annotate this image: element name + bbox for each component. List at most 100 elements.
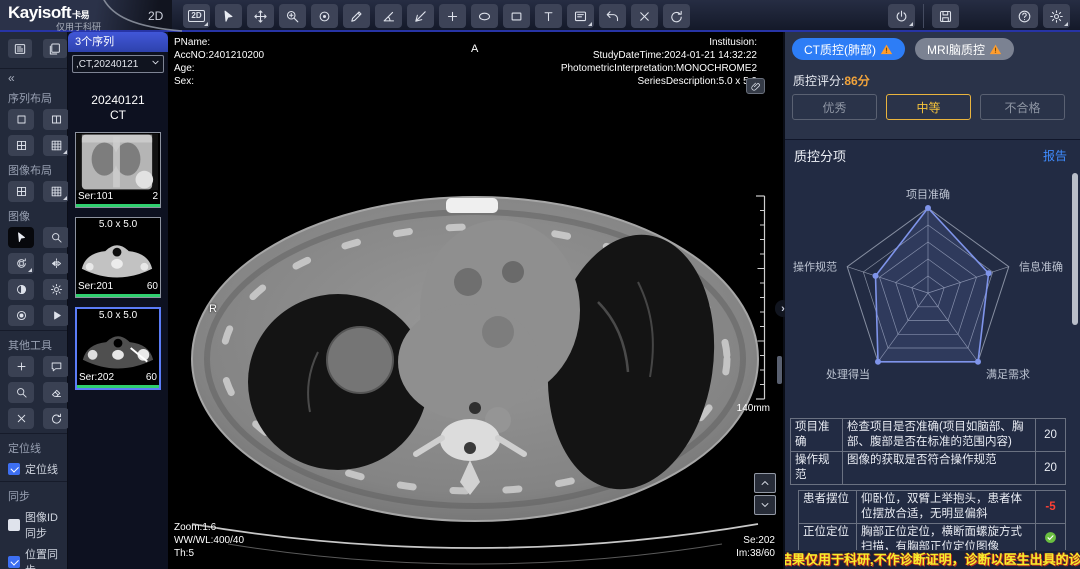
tool-rect-roi[interactable]: [503, 4, 530, 28]
other-delete[interactable]: [8, 408, 34, 429]
warning-icon: [989, 43, 1002, 56]
scroll-up-button[interactable]: [754, 473, 776, 493]
thumbnail-image-count: 2: [152, 191, 158, 204]
divider: [0, 433, 67, 434]
study-dropdown[interactable]: ,CT,20240121: [72, 55, 164, 73]
image-rotate[interactable]: [8, 253, 34, 274]
image-flip[interactable]: [43, 253, 69, 274]
row-score: -5: [1036, 491, 1066, 524]
checkbox-row-图像ID同步: 图像ID同步: [8, 509, 67, 541]
ruler-scale-label: 140mm: [737, 403, 770, 414]
series-count-header: 3个序列: [68, 32, 168, 52]
tool-angle[interactable]: [375, 4, 402, 28]
overlay-line: Zoom:1.6: [174, 521, 244, 534]
other-comment[interactable]: [43, 356, 69, 377]
zoom-window-overlay: Zoom:1.6WW/WL:400/40Th:5: [174, 521, 244, 560]
series-layout-1x1[interactable]: [8, 109, 34, 130]
series-layout-1x2[interactable]: [43, 109, 69, 130]
tool-delete[interactable]: [631, 4, 658, 28]
tool-save[interactable]: [932, 4, 959, 28]
series-thumbnail-Ser-101[interactable]: Ser:1012: [75, 132, 161, 208]
row-score: 20: [1036, 452, 1066, 485]
other-eraser[interactable]: [43, 382, 69, 403]
report-panel-button[interactable]: [43, 39, 67, 58]
tool-text-annotation[interactable]: [535, 4, 562, 28]
other-reset[interactable]: [43, 408, 69, 429]
series-layout-2x2[interactable]: [8, 135, 34, 156]
qc-tab-MRI脑质控[interactable]: MRI脑质控: [915, 38, 1014, 60]
series-panel: 3个序列 ,CT,20240121 20240121 CT Ser:10125.…: [68, 32, 168, 569]
tool-ellipse-roi[interactable]: [471, 4, 498, 28]
tool-2d[interactable]: 2D: [183, 4, 210, 28]
qc-grade-buttons: 优秀中等不合格: [792, 94, 1065, 120]
tool-power[interactable]: [888, 4, 915, 28]
checkbox-row-位置同步: 位置同步: [8, 546, 67, 569]
study-dropdown-value: ,CT,20240121: [76, 59, 138, 70]
checkbox-图像ID同步[interactable]: [8, 519, 20, 531]
study-group-modality: CT: [68, 108, 168, 123]
overlay-line: PName:: [174, 36, 264, 49]
image-viewport[interactable]: PName:AccNO:2401210200Age:Sex: Institusi…: [168, 32, 783, 569]
top-toolbar: Kayisoft卡易 仅用于科研 2D 2D: [0, 0, 1080, 32]
series-layout-grid[interactable]: [43, 135, 69, 156]
checkbox-定位线[interactable]: [8, 463, 20, 475]
tool-zoom-in[interactable]: [279, 4, 306, 28]
divider: [0, 330, 67, 331]
image-cursor[interactable]: [8, 227, 34, 248]
svg-text:项目准确: 项目准确: [906, 188, 950, 201]
image-contrast[interactable]: [8, 279, 34, 300]
grade-button-不合格[interactable]: 不合格: [980, 94, 1065, 120]
disclaimer-marquee: 结果仅用于科研,不作诊断证明，诊断以医生出具的诊断: [785, 551, 1080, 569]
sidebar-tool-grid: [8, 181, 67, 202]
image-magnify[interactable]: [43, 227, 69, 248]
chevron-down-icon: [151, 58, 160, 70]
other-crosshair[interactable]: [8, 356, 34, 377]
tool-crosshair[interactable]: [439, 4, 466, 28]
image-brightness[interactable]: [43, 279, 69, 300]
qc-panel-scrollbar[interactable]: [1072, 173, 1078, 325]
pass-check-icon: [1044, 531, 1057, 544]
other-browse[interactable]: [8, 382, 34, 403]
sidebar-section-label: 同步: [8, 488, 67, 504]
table-row: 患者摆位仰卧位，双臂上举抱头，患者体位摆放合适，无明显偏斜-5: [799, 491, 1066, 524]
image-cine-play[interactable]: [43, 305, 69, 326]
tool-annotate[interactable]: [567, 4, 594, 28]
image-layout-2x2[interactable]: [8, 181, 34, 202]
image-invert[interactable]: [8, 305, 34, 326]
grade-button-优秀[interactable]: 优秀: [792, 94, 877, 120]
tool-settings[interactable]: [1043, 4, 1070, 28]
qc-tab-CT质控(肺部)[interactable]: CT质控(肺部): [792, 38, 905, 60]
tool-cursor[interactable]: [215, 4, 242, 28]
sidebar-tool-sections: 序列布局图像布局图像其他工具: [0, 90, 67, 429]
tool-pan[interactable]: [247, 4, 274, 28]
tool-undo[interactable]: [599, 4, 626, 28]
sidebar-section-label: 图像布局: [8, 162, 67, 178]
qc-radar-chart: 项目准确信息准确满足需求处理得当操作规范: [785, 178, 1080, 410]
tool-reset[interactable]: [663, 4, 690, 28]
series-list-button[interactable]: [8, 39, 32, 58]
tool-target[interactable]: [311, 4, 338, 28]
report-link[interactable]: 报告: [1043, 147, 1067, 164]
sidebar-top-buttons: [0, 32, 67, 64]
toolbar-settings-group: [1011, 4, 1070, 28]
warning-icon: [880, 43, 893, 56]
svg-text:满足需求: 满足需求: [986, 368, 1030, 381]
link-series-button[interactable]: [746, 78, 765, 94]
tool-help[interactable]: [1011, 4, 1038, 28]
qc-tab-label: CT质控(肺部): [804, 41, 876, 58]
scroll-down-button[interactable]: [754, 495, 776, 515]
series-thumbnail-Ser-201[interactable]: 5.0 x 5.0Ser:20160: [75, 217, 161, 298]
series-thumbnail-Ser-202[interactable]: 5.0 x 5.0Ser:20260: [75, 307, 161, 390]
sidebar-section-label: 图像: [8, 208, 67, 224]
image-layout-grid[interactable]: [43, 181, 69, 202]
collapse-sidebar-chevron[interactable]: «: [8, 72, 67, 84]
grade-button-中等[interactable]: 中等: [886, 94, 971, 120]
checkbox-位置同步[interactable]: [8, 556, 20, 568]
tool-measure-length[interactable]: [343, 4, 370, 28]
image-scrollbar[interactable]: [777, 356, 782, 384]
row-score: 20: [1036, 419, 1066, 452]
tool-cobb-angle[interactable]: [407, 4, 434, 28]
overlay-line: Age:: [174, 62, 264, 75]
overlay-line: AccNO:2401210200: [174, 49, 264, 62]
toolbar-session-group: [888, 4, 959, 28]
